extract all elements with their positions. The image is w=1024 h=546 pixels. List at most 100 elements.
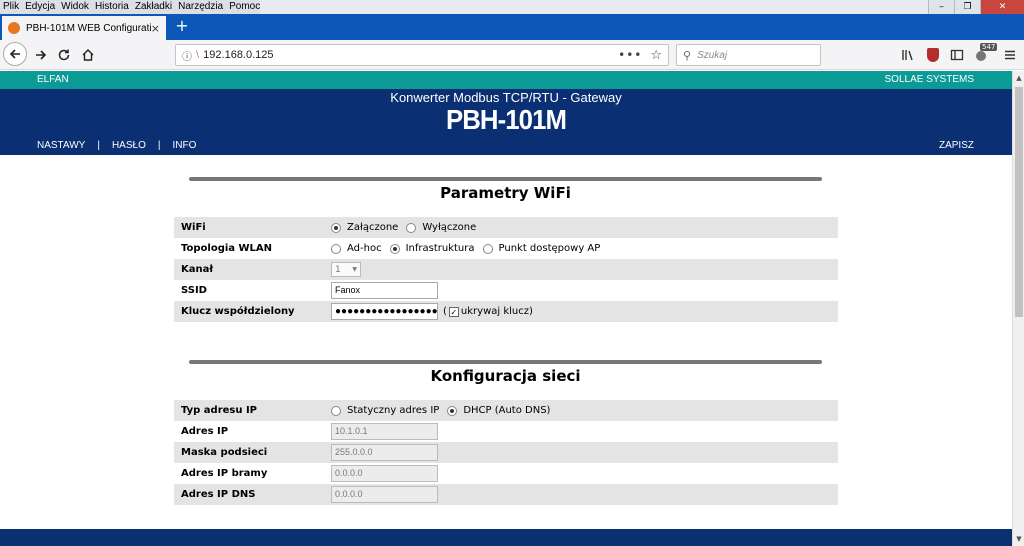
close-window-icon[interactable]: ✕	[980, 0, 1024, 14]
gateway-row: Adres IP bramy 0.0.0.0	[174, 463, 838, 484]
menu-edycja[interactable]: Edycja	[22, 0, 58, 14]
topology-infra-radio[interactable]	[389, 243, 400, 254]
channel-select[interactable]: 1 ▼	[331, 262, 361, 277]
hamburger-menu-icon[interactable]	[1002, 46, 1018, 64]
home-icon	[82, 49, 94, 61]
ip-row: Adres IP 10.1.0.1	[174, 421, 838, 442]
brand-elfan: ELFAN	[37, 74, 69, 85]
wifi-label: WiFi	[181, 222, 206, 233]
menu-widok[interactable]: Widok	[58, 0, 92, 14]
gateway-input[interactable]: 0.0.0.0	[331, 465, 438, 482]
favicon-icon	[8, 22, 20, 34]
scroll-up-icon[interactable]: ▲	[1013, 71, 1024, 85]
dns-label: Adres IP DNS	[181, 489, 256, 500]
section-divider	[189, 360, 822, 364]
mask-label: Maska podsieci	[181, 447, 268, 458]
tab-active[interactable]: PBH-101M WEB Configuration ×	[2, 16, 166, 40]
nav-haslo[interactable]: HASŁO	[112, 140, 146, 151]
wifi-off-label: Wyłączone	[422, 222, 477, 233]
library-icon[interactable]	[900, 46, 916, 64]
channel-label: Kanał	[181, 264, 214, 275]
topology-adhoc-radio[interactable]	[331, 243, 341, 254]
restore-icon[interactable]: ❐	[954, 0, 980, 14]
menu-bar: Plik Edycja Widok Historia Zakładki Narz…	[0, 0, 1024, 14]
nav-info[interactable]: INFO	[172, 140, 196, 151]
wifi-row: WiFi Załączone Wyłączone	[174, 217, 838, 238]
topology-row: Topologia WLAN Ad-hoc Infrastruktura Pun…	[174, 238, 838, 259]
ip-dhcp-radio[interactable]	[447, 405, 458, 416]
reload-icon	[58, 49, 70, 61]
mask-row: Maska podsieci 255.0.0.0	[174, 442, 838, 463]
tab-bar: PBH-101M WEB Configuration × +	[0, 14, 1024, 40]
extension-badge: 547	[980, 43, 998, 51]
info-icon[interactable]: ⓘ	[182, 48, 192, 63]
wifi-on-label: Załączone	[347, 222, 399, 233]
search-placeholder: Szukaj	[697, 49, 728, 61]
menu-pomoc[interactable]: Pomoc	[226, 0, 263, 14]
scroll-down-icon[interactable]: ▼	[1013, 532, 1024, 546]
shared-key-input[interactable]: ●●●●●●●●●●●●●●●●●	[331, 303, 438, 320]
reload-button[interactable]	[53, 44, 75, 66]
dns-input[interactable]: 0.0.0.0	[331, 486, 438, 503]
topology-label: Topologia WLAN	[181, 243, 273, 254]
back-button[interactable]	[3, 42, 27, 66]
forward-button[interactable]	[30, 44, 52, 66]
channel-value: 1	[335, 264, 341, 275]
menu-zakladki[interactable]: Zakładki	[132, 0, 175, 14]
save-link[interactable]: ZAPISZ	[939, 140, 974, 151]
new-tab-button[interactable]: +	[172, 16, 192, 38]
url-text[interactable]: 192.168.0.125	[203, 49, 618, 61]
forward-arrow-icon	[36, 50, 47, 60]
network-section-title: Konfiguracja sieci	[430, 367, 581, 385]
ip-static-radio[interactable]	[331, 405, 341, 416]
ip-label: Adres IP	[181, 426, 229, 437]
minimize-icon[interactable]: –	[928, 0, 954, 14]
address-bar[interactable]: ⓘ ⧵ 192.168.0.125 ••• ☆	[175, 44, 669, 66]
menu-narzedzia[interactable]: Narzędzia	[175, 0, 226, 14]
navigation-bar: ⓘ ⧵ 192.168.0.125 ••• ☆ ⚲ Szukaj 547	[0, 40, 1024, 70]
topology-adhoc-label: Ad-hoc	[347, 243, 382, 254]
menu-historia[interactable]: Historia	[92, 0, 132, 14]
page-actions-icon[interactable]: •••	[618, 48, 642, 62]
ip-dhcp-label: DHCP (Auto DNS)	[463, 405, 551, 416]
search-icon: ⚲	[683, 48, 692, 62]
ublock-icon[interactable]	[926, 46, 940, 64]
scrollbar[interactable]: ▲ ▼	[1012, 71, 1024, 546]
brand-sollae: SOLLAE SYSTEMS	[884, 74, 974, 85]
topology-ap-radio[interactable]	[482, 243, 493, 254]
section-divider	[189, 177, 822, 181]
hide-key-checkbox[interactable]: ✓	[448, 306, 459, 317]
insecure-lock-icon[interactable]: ⧵	[196, 50, 199, 61]
nav-separator: |	[97, 140, 100, 151]
page-subtitle: Konwerter Modbus TCP/RTU - Gateway	[390, 90, 622, 105]
ssid-row: SSID Fanox	[174, 280, 838, 301]
ssid-input[interactable]: Fanox	[331, 282, 438, 299]
bookmark-star-icon[interactable]: ☆	[650, 48, 662, 63]
sidebar-icon[interactable]	[949, 46, 965, 64]
search-input[interactable]: ⚲ Szukaj	[676, 44, 821, 66]
ip-static-label: Statyczny adres IP	[347, 405, 440, 416]
product-title: PBH-101M	[445, 104, 567, 135]
wifi-section-title: Parametry WiFi	[440, 184, 571, 202]
scrollbar-thumb[interactable]	[1015, 87, 1023, 317]
hide-key-paren: (	[443, 306, 447, 317]
home-button[interactable]	[77, 44, 99, 66]
header-nav: NASTAWY | HASŁO | INFO	[37, 140, 208, 151]
ip-type-row: Typ adresu IP Statyczny adres IP DHCP (A…	[174, 400, 838, 421]
wifi-on-radio[interactable]	[331, 222, 341, 233]
ip-input[interactable]: 10.1.0.1	[331, 423, 438, 440]
menu-plik[interactable]: Plik	[0, 0, 22, 14]
nav-nastawy[interactable]: NASTAWY	[37, 140, 85, 151]
mask-input[interactable]: 255.0.0.0	[331, 444, 438, 461]
wifi-off-radio[interactable]	[406, 222, 417, 233]
window-controls: – ❐ ✕	[928, 0, 1024, 14]
hide-key-label: ukrywaj klucz)	[460, 306, 533, 317]
topology-infra-label: Infrastruktura	[405, 243, 475, 254]
dns-row: Adres IP DNS 0.0.0.0	[174, 484, 838, 505]
extension-icon[interactable]: 547	[972, 43, 998, 64]
nav-separator: |	[157, 140, 161, 151]
back-arrow-icon	[9, 49, 20, 59]
key-label: Klucz współdzielony	[181, 306, 295, 317]
tab-close-icon[interactable]: ×	[151, 22, 160, 35]
page-footer	[0, 529, 1012, 546]
